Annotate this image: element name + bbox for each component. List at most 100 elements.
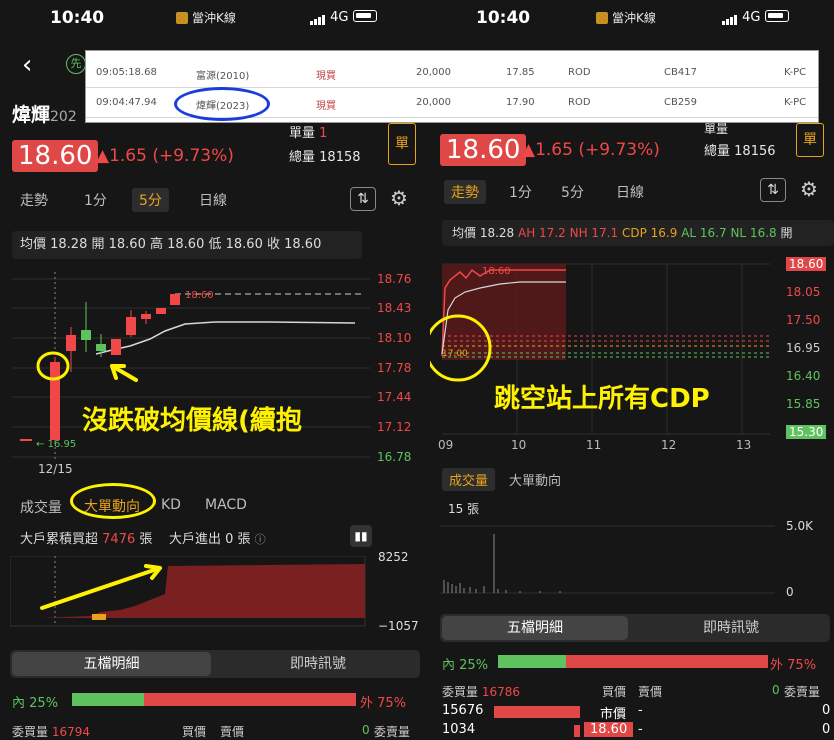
outer-bar — [566, 655, 768, 668]
status-time: 10:40 — [50, 8, 105, 28]
stock-code: 202 — [50, 109, 77, 125]
outer-label: 外 — [770, 658, 784, 673]
cell-name: 富源(2010) — [196, 71, 250, 82]
current-price: 18.60 — [12, 140, 99, 172]
x-tick: 09 — [438, 438, 454, 452]
seg-signals[interactable]: 即時訊號 — [636, 616, 826, 640]
gear-icon[interactable]: ⚙ — [390, 186, 408, 210]
subtab-kd[interactable]: KD — [161, 497, 181, 513]
row-qty: 1034 — [442, 722, 476, 737]
chart-annotation: 沒跌破均價線(續抱 — [82, 406, 302, 436]
start-label: 17.00 — [442, 349, 468, 359]
order-row: 15676 市價 - 0 — [442, 703, 832, 722]
battery-icon — [352, 10, 377, 22]
sell-price-label: 賣價 — [220, 725, 245, 739]
cell-price: 17.90 — [506, 97, 535, 108]
inner-ratio: 內 25% — [442, 654, 488, 673]
tab-5min[interactable]: 5分 — [132, 188, 169, 212]
peak-label: 18.60 — [482, 266, 511, 277]
status-app-name: 當沖K線 — [176, 9, 236, 26]
status-app-label: 當沖K線 — [192, 11, 236, 25]
subtab-circle — [70, 483, 156, 519]
cell-type: ROD — [568, 67, 591, 78]
y-tick: 18.43 — [377, 301, 412, 315]
flow-unit: 張 — [237, 532, 251, 547]
cell-price: 17.85 — [506, 67, 535, 78]
cell-type: ROD — [568, 97, 591, 108]
tab-trend[interactable]: 走勢 — [444, 180, 486, 204]
gear-icon[interactable]: ⚙ — [800, 177, 818, 201]
y-tick: 18.76 — [377, 272, 412, 286]
back-icon[interactable]: ‹ — [22, 50, 32, 80]
x-tick: 11 — [586, 438, 602, 452]
order-button[interactable]: 單 — [388, 123, 416, 165]
row-sell: - — [638, 722, 643, 737]
ind-ah: AH 17.2 — [518, 226, 566, 240]
signal-icon — [310, 10, 326, 25]
buy-price-label: 買價 — [602, 685, 627, 699]
change-value: ▲1.65 — [96, 146, 147, 166]
tab-1min[interactable]: 1分 — [509, 182, 532, 202]
tab-daily[interactable]: 日線 — [199, 190, 227, 210]
bid-qty: 16786 — [481, 685, 521, 699]
ind-nl: NL 16.8 — [730, 226, 777, 240]
total-volume: 總量 18158 — [289, 146, 361, 165]
volume-label: 15 張 — [448, 502, 480, 516]
price-change: ▲1.65 (+9.73%) — [522, 140, 660, 160]
row-ask: 0 — [822, 722, 831, 737]
y-tick: 17.12 — [377, 420, 412, 434]
app-icon — [596, 12, 608, 24]
outer-bar — [144, 693, 356, 706]
swap-icon[interactable]: ⇅ — [760, 178, 786, 202]
y-tick: 18.10 — [377, 331, 412, 345]
subtab-volume[interactable]: 成交量 — [442, 468, 496, 491]
y-tick: 16.95 — [786, 341, 821, 355]
stock-name: 煒輝202 — [12, 100, 77, 127]
tab-5min[interactable]: 5分 — [561, 182, 584, 202]
chart-type-icon[interactable]: ▮▮ — [350, 525, 372, 547]
stock-name-text: 煒輝 — [12, 104, 51, 126]
unit-label: 單量 — [289, 126, 316, 141]
row-qty: 15676 — [442, 703, 484, 718]
flow-label: 大戶進出 — [168, 532, 221, 547]
info-icon[interactable]: ⓘ — [255, 533, 266, 546]
outer-ratio: 外 75% — [770, 654, 816, 673]
info-bar: 均價 18.28 開 18.60 高 18.60 低 18.60 收 18.60 — [12, 231, 362, 259]
cell-time: 09:04:47.94 — [96, 97, 157, 108]
subtab-volume[interactable]: 成交量 — [20, 497, 62, 517]
order-button[interactable]: 單 — [796, 123, 824, 157]
status-right: 4G — [722, 10, 789, 25]
cell-side: 現買 — [316, 101, 336, 112]
cell-acct: CB417 — [664, 67, 697, 78]
seg-order-book[interactable]: 五檔明細 — [12, 652, 211, 676]
y-tick-bottom: 15.30 — [786, 425, 827, 439]
y-tick: 15.85 — [786, 397, 821, 411]
bid-qty: 16794 — [51, 725, 91, 739]
change-pct: (+9.73%) — [578, 140, 660, 160]
info-high: 高 18.60 — [150, 237, 205, 252]
seg-signals[interactable]: 即時訊號 — [220, 652, 416, 676]
tab-1min[interactable]: 1分 — [84, 190, 107, 210]
inner-pct: 25% — [29, 696, 59, 711]
volume-min: 0 — [786, 585, 794, 599]
row-ask: 0 — [822, 703, 831, 718]
info-close: 收 18.60 — [267, 237, 322, 252]
unit-value: 1 — [319, 126, 328, 141]
cell-time: 09:05:18.68 — [96, 67, 157, 78]
highlight-circle — [174, 87, 270, 121]
inner-bar — [72, 693, 144, 706]
seg-order-book[interactable]: 五檔明細 — [442, 616, 628, 640]
swap-icon[interactable]: ⇅ — [350, 187, 376, 211]
ind-more: 開 — [780, 226, 793, 240]
status-app-name: 當沖K線 — [596, 9, 656, 26]
tab-trend[interactable]: 走勢 — [20, 190, 48, 210]
tab-daily[interactable]: 日線 — [616, 182, 644, 202]
y-tick: 18.05 — [786, 285, 821, 299]
outer-ratio: 外 75% — [360, 692, 406, 711]
table-row: 09:05:18.68 富源(2010) 現買 20,000 17.85 ROD… — [86, 61, 818, 88]
sector-tag-icon[interactable]: 先 — [66, 54, 86, 74]
subtab-macd[interactable]: MACD — [205, 497, 247, 513]
x-tick: 10 — [511, 438, 527, 452]
subtab-big-orders[interactable]: 大單動向 — [509, 470, 561, 489]
info-open: 開 18.60 — [91, 237, 146, 252]
